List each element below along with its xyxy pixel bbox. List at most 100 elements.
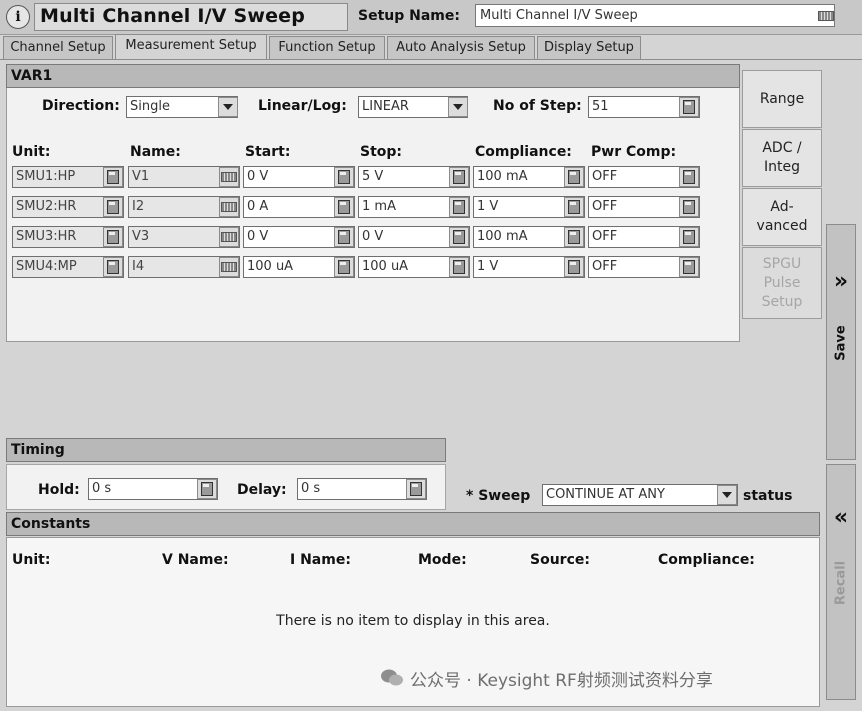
col-name-header: Name: (130, 144, 181, 160)
pwr-comp-calculator-button[interactable] (679, 167, 699, 187)
col-pwr-comp-header: Pwr Comp: (591, 144, 677, 160)
stop-calculator-button[interactable] (449, 197, 469, 217)
chevron-down-icon (722, 492, 732, 498)
stop-calculator-button[interactable] (449, 257, 469, 277)
const-col-mode: Mode: (418, 552, 467, 568)
col-compliance-header: Compliance: (475, 144, 572, 160)
const-col-compliance: Compliance: (658, 552, 755, 568)
const-col-unit: Unit: (12, 552, 51, 568)
compliance-calculator-button[interactable] (564, 167, 584, 187)
keyboard-icon (221, 232, 237, 242)
sweep-dropdown-button[interactable] (717, 485, 737, 505)
start-calculator-button[interactable] (334, 197, 354, 217)
linlog-dropdown-button[interactable] (448, 97, 468, 117)
save-tab[interactable]: » Save (826, 224, 856, 460)
calculator-icon (683, 230, 695, 244)
name-keyboard-button[interactable] (219, 197, 239, 217)
spgu-pulse-setup-button[interactable]: SPGU Pulse Setup (742, 247, 822, 319)
stop-calculator-button[interactable] (449, 167, 469, 187)
range-button[interactable]: Range (742, 70, 822, 128)
unit-calculator-button[interactable] (103, 227, 123, 247)
keyboard-icon[interactable] (818, 7, 834, 23)
window-title: Multi Channel I/V Sweep (40, 5, 306, 27)
calculator-icon (568, 260, 580, 274)
tab-function-setup[interactable]: Function Setup (269, 36, 385, 59)
direction-dropdown-button[interactable] (218, 97, 238, 117)
calculator-icon (107, 170, 119, 184)
steps-calculator-button[interactable] (679, 97, 699, 117)
delay-calculator-button[interactable] (406, 479, 426, 499)
unit-calculator-button[interactable] (103, 197, 123, 217)
calculator-icon (568, 200, 580, 214)
keyboard-icon (221, 172, 237, 182)
tab-display-setup[interactable]: Display Setup (537, 36, 641, 59)
delay-label: Delay: (237, 482, 287, 498)
const-col-i-name: I Name: (290, 552, 351, 568)
constants-empty-message: There is no item to display in this area… (276, 613, 550, 629)
setup-name-input[interactable]: Multi Channel I/V Sweep (475, 4, 835, 27)
col-start-header: Start: (245, 144, 291, 160)
range-button-label: Range (759, 90, 805, 107)
calculator-icon (453, 260, 465, 274)
col-stop-header: Stop: (360, 144, 403, 160)
compliance-calculator-button[interactable] (564, 197, 584, 217)
calculator-icon (683, 200, 695, 214)
unit-calculator-button[interactable] (103, 257, 123, 277)
calculator-icon (201, 482, 213, 496)
chevron-left-icon: « (833, 505, 849, 530)
tab-divider (0, 59, 862, 60)
calculator-icon (107, 260, 119, 274)
adc-integ-button[interactable]: ADC / Integ (742, 129, 822, 187)
sweep-status-select[interactable]: CONTINUE AT ANY (542, 484, 738, 506)
advanced-button[interactable]: Ad- vanced (742, 188, 822, 246)
save-tab-label: Save (833, 325, 849, 361)
adc-integ-label-line1: ADC / (762, 140, 802, 156)
calculator-icon (338, 230, 350, 244)
pwr-comp-calculator-button[interactable] (679, 257, 699, 277)
status-label: status (743, 488, 793, 504)
steps-label: No of Step: (493, 98, 582, 114)
compliance-calculator-button[interactable] (564, 257, 584, 277)
chevron-down-icon (223, 104, 233, 110)
watermark-text: 公众号 · Keysight RF射频测试资料分享 (410, 671, 713, 691)
var1-header: VAR1 (6, 64, 740, 88)
calculator-icon (453, 230, 465, 244)
chevron-down-icon (453, 104, 463, 110)
hold-label: Hold: (38, 482, 80, 498)
tab-measurement-setup[interactable]: Measurement Setup (115, 34, 267, 60)
calculator-icon (410, 482, 422, 496)
calculator-icon (338, 260, 350, 274)
col-unit-header: Unit: (12, 144, 51, 160)
compliance-calculator-button[interactable] (564, 227, 584, 247)
spgu-label-line1: SPGU (762, 255, 802, 272)
keyboard-icon (221, 202, 237, 212)
advanced-label-line1: Ad- (770, 199, 794, 215)
pwr-comp-calculator-button[interactable] (679, 197, 699, 217)
calculator-icon (338, 170, 350, 184)
info-icon[interactable]: i (6, 5, 30, 29)
linlog-label: Linear/Log: (258, 98, 347, 114)
start-calculator-button[interactable] (334, 257, 354, 277)
hold-calculator-button[interactable] (197, 479, 217, 499)
start-calculator-button[interactable] (334, 167, 354, 187)
calculator-icon (453, 170, 465, 184)
name-keyboard-button[interactable] (219, 257, 239, 277)
unit-calculator-button[interactable] (103, 167, 123, 187)
const-col-source: Source: (530, 552, 590, 568)
start-calculator-button[interactable] (334, 227, 354, 247)
tab-channel-setup[interactable]: Channel Setup (3, 36, 113, 59)
recall-tab-label: Recall (833, 560, 849, 606)
recall-tab[interactable]: « Recall (826, 464, 856, 700)
stop-calculator-button[interactable] (449, 227, 469, 247)
keyboard-icon (221, 262, 237, 272)
calculator-icon (683, 260, 695, 274)
pwr-comp-calculator-button[interactable] (679, 227, 699, 247)
spgu-label-line2: Pulse (763, 274, 801, 291)
calculator-icon (568, 170, 580, 184)
sweep-label: * Sweep (466, 488, 531, 504)
calculator-icon (568, 230, 580, 244)
spgu-label-line3: Setup (761, 293, 803, 310)
name-keyboard-button[interactable] (219, 167, 239, 187)
name-keyboard-button[interactable] (219, 227, 239, 247)
tab-auto-analysis-setup[interactable]: Auto Analysis Setup (387, 36, 535, 59)
